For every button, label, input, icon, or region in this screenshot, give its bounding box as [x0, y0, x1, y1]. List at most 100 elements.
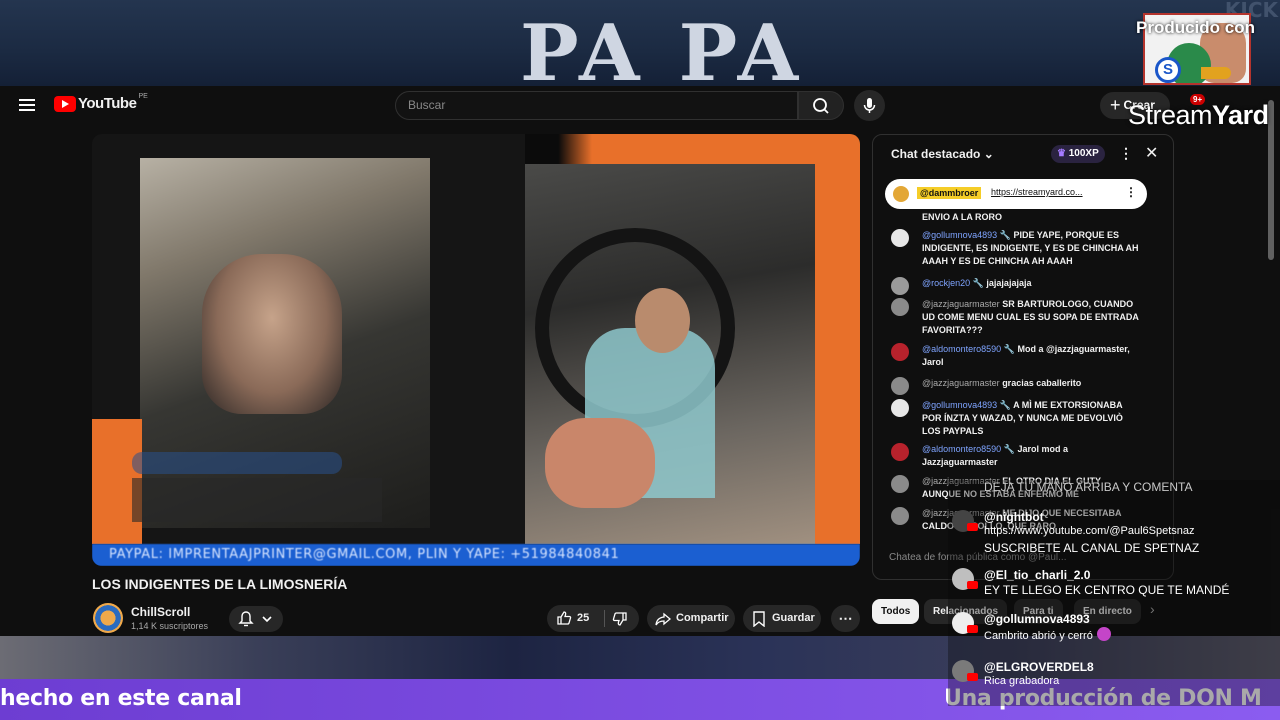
chat-avatar	[891, 377, 909, 395]
chat-author[interactable]: @gollumnova4893	[922, 230, 997, 240]
chat-header: Chat destacado ⌄ ♛ 100XP ⋮ ✕	[873, 135, 1173, 173]
thumbs-up-icon[interactable]	[556, 610, 572, 626]
overlay-comment-text: EY TE LLEGO EK CENTRO QUE TE MANDÉ	[984, 583, 1230, 597]
chat-author[interactable]: @jazzjaguarmaster	[922, 299, 1000, 309]
share-button[interactable]: Compartir	[647, 605, 735, 632]
overlay-comment-author: @El_tio_charli_2.0	[984, 568, 1091, 582]
streamyard-word-b: Yard	[1212, 100, 1269, 130]
hamburger-menu-icon[interactable]	[19, 99, 35, 111]
save-label: Guardar	[772, 612, 815, 624]
duck-beak	[1201, 67, 1231, 79]
plus-icon: +	[1110, 95, 1121, 115]
share-label: Compartir	[676, 612, 729, 624]
channel-avatar[interactable]	[93, 603, 123, 633]
left-name-tag	[132, 452, 342, 474]
youtube-source-icon	[967, 523, 978, 531]
youtube-logo[interactable]: YouTube PE	[54, 93, 148, 112]
chat-avatar	[891, 343, 909, 361]
youtube-wordmark: YouTube	[78, 95, 137, 112]
pinned-options-icon[interactable]: ⋮	[1125, 185, 1137, 199]
video-player[interactable]: PAYPAL: IMPRENTAAJPRINTER@GMAIL.COM, PLI…	[92, 134, 860, 566]
laughing-emoji-icon	[1096, 627, 1111, 641]
chat-avatar	[891, 475, 909, 493]
ticker-left-text: hecho en este canal	[0, 686, 242, 711]
chat-author[interactable]: @jazzjaguarmaster	[922, 378, 1000, 388]
chat-message-text: @rockjen20 🔧 jajajajajaja	[922, 277, 1142, 290]
chat-message-text: @aldomontero8590 🔧 Jarol mod a Jazzjagua…	[922, 443, 1142, 469]
like-count: 25	[577, 612, 590, 624]
more-actions-button[interactable]: ⋯	[831, 605, 860, 632]
youtube-source-icon	[967, 673, 978, 681]
wrench-icon: 🔧	[1003, 344, 1015, 354]
thumbs-down-icon[interactable]	[612, 611, 628, 627]
wrench-icon: 🔧	[999, 230, 1011, 240]
pinned-message[interactable]: @dammbroer https://streamyard.co... ⋮	[885, 179, 1147, 209]
chat-message-text: gracias caballerito	[1002, 378, 1082, 388]
wrench-icon: 🔧	[1003, 444, 1015, 454]
bell-icon	[238, 611, 272, 627]
chat-message-text: ENVIO A LA RORO	[922, 212, 1003, 222]
chat-message-text: @aldomontero8590 🔧 Mod a @jazzjaguarmast…	[922, 343, 1142, 369]
overlay-comment-author: @ELGROVERDEL8	[984, 660, 1094, 674]
chat-avatar	[891, 277, 909, 295]
subscription-bell-button[interactable]	[229, 606, 283, 632]
close-icon[interactable]: ✕	[1145, 143, 1158, 163]
video-left-camera	[92, 134, 525, 544]
stream-frame: PA PA KICK S Producido con StreamYard Yo…	[0, 0, 1280, 720]
chat-avatar	[891, 229, 909, 247]
search-input[interactable]: Buscar	[395, 91, 798, 120]
overlay-comment-author: @nightbot	[984, 510, 1044, 524]
chat-avatar	[891, 443, 909, 461]
chat-message-text: @gollumnova4893 🔧 A MÌ ME EXTORSIONABA P…	[922, 399, 1142, 438]
bookmark-icon	[753, 611, 765, 627]
chat-message-text: ENVIO A LA RORO	[922, 211, 1142, 224]
chat-author[interactable]: @rockjen20	[922, 278, 970, 288]
video-title: LOS INDIGENTES DE LA LIMOSNERÍA	[92, 576, 348, 592]
subscriber-count: 1,14 K suscriptores	[131, 621, 209, 631]
search-icon	[813, 98, 829, 114]
youtube-header: YouTube PE Buscar + Crear 9+	[0, 86, 1280, 126]
chat-avatar	[891, 399, 909, 417]
right-orange-frame	[525, 134, 860, 164]
left-caption-box	[132, 478, 382, 522]
streamyard-word-a: Stream	[1128, 100, 1213, 130]
overlay-comment-text: Cambrito abrió y cerró	[984, 627, 1111, 642]
chat-mode-selector[interactable]: Chat destacado ⌄	[891, 147, 994, 161]
overlay-comments: DEJA TU MANO ARRIBA Y COMENTA @nightbot …	[948, 480, 1280, 706]
top-overlay-banner: PA PA KICK	[0, 0, 1280, 86]
chat-message-text: @jazzjaguarmaster gracias caballerito	[922, 377, 1142, 390]
right-person-hand	[545, 418, 655, 508]
save-button[interactable]: Guardar	[743, 605, 821, 632]
like-dislike-group: 25	[547, 605, 639, 632]
overlay-comment-author: @gollumnova4893	[984, 612, 1090, 626]
search-button[interactable]	[798, 91, 844, 120]
chat-options-icon[interactable]: ⋮	[1119, 145, 1133, 162]
crown-icon: ♛	[1057, 148, 1066, 159]
chat-author[interactable]: @aldomontero8590	[922, 344, 1001, 354]
voice-search-button[interactable]	[854, 90, 885, 121]
right-person-head	[635, 288, 690, 353]
like-divider	[604, 610, 605, 627]
banner-title: PA PA	[520, 8, 805, 86]
pinned-author: @dammbroer	[917, 187, 982, 199]
video-right-camera	[525, 134, 860, 544]
chat-title-label: Chat destacado	[891, 147, 981, 161]
channel-name[interactable]: ChillScroll	[131, 605, 190, 619]
pinned-link[interactable]: https://streamyard.co...	[991, 187, 1083, 197]
share-icon	[655, 612, 671, 626]
produced-with-label: Producido con	[1136, 18, 1255, 37]
chat-message-text: @gollumnova4893 🔧 PIDE YAPE, PORQUE ES I…	[922, 229, 1142, 268]
chat-author[interactable]: @aldomontero8590	[922, 444, 1001, 454]
chat-author[interactable]: @gollumnova4893	[922, 400, 997, 410]
chip-todos[interactable]: Todos	[872, 599, 920, 624]
overlay-comment-text: SUSCRIBETE AL CANAL DE SPETNAZ	[984, 541, 1200, 555]
more-horizontal-icon: ⋯	[838, 610, 853, 626]
wrench-icon: 🔧	[972, 278, 984, 288]
xp-badge[interactable]: ♛ 100XP	[1051, 145, 1105, 163]
chat-message-text: jajajajajaja	[986, 278, 1032, 288]
youtube-source-icon	[967, 625, 978, 633]
youtube-source-icon	[967, 581, 978, 589]
chevron-down-icon: ⌄	[983, 147, 994, 161]
chat-avatar	[891, 298, 909, 316]
pinned-avatar	[893, 186, 909, 202]
